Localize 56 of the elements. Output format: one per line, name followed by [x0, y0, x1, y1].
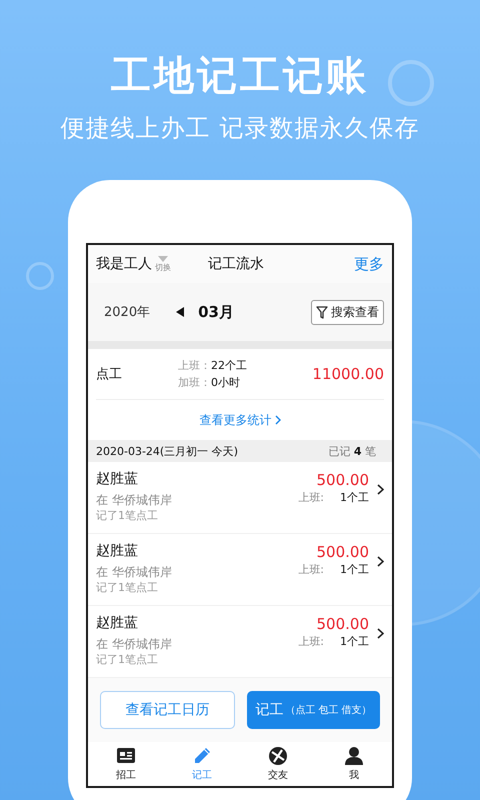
record-amount: 500.00	[316, 470, 369, 490]
chevron-icon	[377, 556, 384, 567]
record-row[interactable]: 赵胜蓝 在 华侨城伟岸 记了1笔点工 500.00 上班: 1个工	[88, 462, 392, 534]
screen-title: 记工流水	[208, 255, 265, 273]
more-button[interactable]: 更多	[354, 254, 384, 274]
work-site: 在 华侨城伟岸	[96, 636, 173, 652]
chevron-icon	[377, 628, 384, 639]
decor-ring	[388, 60, 434, 106]
shift-label: 上班:	[298, 490, 324, 505]
shift-value: 1个工	[340, 634, 369, 649]
work-type: 点工	[96, 366, 123, 383]
stat-label: 加班：	[178, 376, 211, 389]
record-row[interactable]: 赵胜蓝 在 华侨城伟岸 记了1笔点工 500.00 上班: 1个工	[88, 534, 392, 606]
id-card-icon	[116, 746, 136, 766]
tab[interactable]: 我	[316, 742, 392, 786]
stat-value: 0小时	[211, 376, 240, 389]
record-amount: 500.00	[316, 542, 369, 562]
work-site: 在 华侨城伟岸	[96, 564, 173, 580]
day-date: 2020-03-24(三月初一 今天)	[96, 444, 238, 458]
month-label: 03月	[198, 302, 235, 322]
record-note: 记了1笔点工	[96, 652, 159, 668]
pencil-icon	[192, 746, 212, 766]
record-amount: 500.00	[316, 614, 369, 634]
record-note: 记了1笔点工	[96, 580, 159, 596]
chevron-icon	[377, 484, 384, 495]
calendar-button[interactable]: 查看记工日历	[100, 691, 235, 729]
record-work-button[interactable]: 记工（点工 包工 借支）	[247, 691, 380, 729]
switch-button[interactable]: 切换	[155, 256, 171, 273]
more-stats-link[interactable]: 查看更多统计	[96, 400, 384, 440]
stat-value: 22个工	[211, 359, 247, 372]
dropdown-icon	[158, 256, 168, 262]
person-icon	[344, 746, 364, 766]
year-label: 2020年	[104, 304, 150, 321]
shift-value: 1个工	[340, 490, 369, 505]
worker-name: 赵胜蓝	[96, 614, 139, 632]
tab[interactable]: 招工	[88, 742, 164, 786]
role-label: 我是工人	[96, 255, 152, 273]
total-amount: 11000.00	[312, 365, 384, 383]
record-count: 已记 4 笔	[328, 444, 376, 458]
shift-value: 1个工	[340, 562, 369, 577]
chevron-icon	[274, 415, 280, 425]
tab[interactable]: 交友	[240, 742, 316, 786]
shift-label: 上班:	[298, 562, 324, 577]
previous-month-icon[interactable]	[176, 307, 184, 317]
subheadline: 便捷线上办工 记录数据永久保存	[60, 113, 420, 144]
record-note: 记了1笔点工	[96, 508, 159, 524]
ball-icon	[268, 746, 288, 766]
work-site: 在 华侨城伟岸	[96, 492, 173, 508]
worker-name: 赵胜蓝	[96, 542, 139, 560]
search-button[interactable]: 搜索查看	[311, 300, 384, 324]
worker-name: 赵胜蓝	[96, 470, 139, 488]
stat-label: 上班：	[178, 359, 211, 372]
decor-ring	[26, 262, 54, 290]
shift-label: 上班:	[298, 634, 324, 649]
headline: 工地记工记账	[111, 52, 369, 101]
filter-icon	[316, 306, 328, 318]
